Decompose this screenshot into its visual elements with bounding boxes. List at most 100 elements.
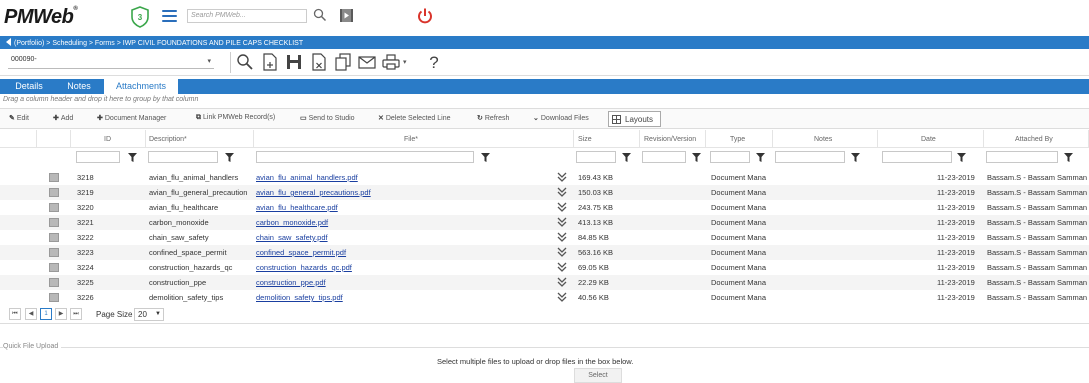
filter-input-attached-by[interactable]: [986, 151, 1058, 163]
column-header-date[interactable]: Date: [878, 130, 984, 148]
document-icon[interactable]: [49, 278, 59, 287]
power-icon[interactable]: [416, 7, 434, 25]
document-icon[interactable]: [49, 218, 59, 227]
filter-icon[interactable]: [225, 153, 234, 162]
download-icon[interactable]: [557, 246, 567, 258]
edit-button[interactable]: ✎ Edit: [9, 114, 29, 122]
column-header-revision[interactable]: Revision/Version: [640, 130, 706, 148]
cell-description[interactable]: construction_hazards_qc: [149, 263, 253, 272]
filter-input-type[interactable]: [710, 151, 750, 163]
column-header-file[interactable]: File*: [254, 130, 574, 148]
table-row[interactable]: 3220 avian_flu_healthcare avian_flu_health…: [0, 200, 1089, 215]
document-icon[interactable]: [49, 248, 59, 257]
file-link[interactable]: demolition_safety_tips.pdf: [256, 293, 343, 302]
download-icon[interactable]: [557, 261, 567, 273]
delete-record-icon[interactable]: [310, 53, 328, 71]
file-link[interactable]: avian_flu_animal_handlers.pdf: [256, 173, 358, 182]
download-icon[interactable]: [557, 216, 567, 228]
file-link[interactable]: avian_flu_general_precautions.pdf: [256, 188, 371, 197]
find-icon[interactable]: [236, 53, 254, 71]
table-row[interactable]: 3219 avian_flu_general_precaution avian_fl…: [0, 185, 1089, 200]
cell-file[interactable]: avian_flu_healthcare.pdf: [256, 203, 546, 212]
copy-icon[interactable]: [334, 53, 352, 71]
document-icon[interactable]: [49, 233, 59, 242]
delete-selected-button[interactable]: ✕ Delete Selected Line: [378, 114, 450, 122]
tab-notes[interactable]: Notes: [56, 79, 102, 94]
prev-page-icon[interactable]: ◀: [25, 308, 37, 320]
filter-input-date[interactable]: [882, 151, 952, 163]
table-row[interactable]: 3223 confined_space_permit confined_space_…: [0, 245, 1089, 260]
column-header-attached-by[interactable]: Attached By: [984, 130, 1089, 148]
app-logo[interactable]: PMWeb®: [4, 6, 78, 29]
filter-input-revision[interactable]: [642, 151, 686, 163]
shield-badge-icon[interactable]: 3: [130, 6, 150, 28]
cell-description[interactable]: construction_ppe: [149, 278, 253, 287]
document-icon[interactable]: [49, 173, 59, 182]
send-to-studio-button[interactable]: ▭ Send to Studio: [300, 114, 355, 122]
print-icon[interactable]: [382, 53, 400, 71]
media-icon[interactable]: [339, 8, 354, 23]
table-row[interactable]: 3221 carbon_monoxide carbon_monoxide.pdf 41…: [0, 215, 1089, 230]
download-icon[interactable]: [557, 231, 567, 243]
email-icon[interactable]: [358, 53, 376, 71]
cell-file[interactable]: avian_flu_animal_handlers.pdf: [256, 173, 546, 182]
table-row[interactable]: 3218 avian_flu_animal_handlers avian_flu_a…: [0, 170, 1089, 185]
download-icon[interactable]: [557, 186, 567, 198]
tab-details[interactable]: Details: [4, 79, 54, 94]
tab-attachments[interactable]: Attachments: [104, 79, 178, 94]
download-icon[interactable]: [557, 291, 567, 303]
file-link[interactable]: chain_saw_safety.pdf: [256, 233, 328, 242]
new-record-icon[interactable]: [261, 53, 279, 71]
cell-file[interactable]: construction_hazards_qc.pdf: [256, 263, 546, 272]
cell-file[interactable]: chain_saw_safety.pdf: [256, 233, 546, 242]
file-link[interactable]: avian_flu_healthcare.pdf: [256, 203, 338, 212]
document-icon[interactable]: [49, 293, 59, 302]
layouts-button[interactable]: Layouts: [608, 111, 661, 127]
cell-description[interactable]: demolition_safety_tips: [149, 293, 253, 302]
download-icon[interactable]: [557, 171, 567, 183]
filter-icon[interactable]: [622, 153, 631, 162]
breadcrumb-text[interactable]: (Portfolio) > Scheduling > Forms > IWP C…: [14, 40, 303, 47]
help-icon[interactable]: ?: [425, 53, 443, 71]
cell-description[interactable]: avian_flu_animal_handlers: [149, 173, 253, 182]
filter-input-description[interactable]: [148, 151, 218, 163]
cell-file[interactable]: construction_ppe.pdf: [256, 278, 546, 287]
cell-file[interactable]: confined_space_permit.pdf: [256, 248, 546, 257]
filter-input-size[interactable]: [576, 151, 616, 163]
refresh-button[interactable]: ↻ Refresh: [477, 114, 509, 122]
download-icon[interactable]: [557, 201, 567, 213]
search-icon[interactable]: [313, 8, 327, 22]
record-select[interactable]: 000090- ▾: [8, 56, 214, 69]
first-page-icon[interactable]: ⏮: [9, 308, 21, 320]
table-row[interactable]: 3225 construction_ppe construction_ppe.pdf…: [0, 275, 1089, 290]
table-row[interactable]: 3222 chain_saw_safety chain_saw_safety.pdf…: [0, 230, 1089, 245]
cell-description[interactable]: carbon_monoxide: [149, 218, 253, 227]
filter-icon[interactable]: [756, 153, 765, 162]
cell-file[interactable]: avian_flu_general_precautions.pdf: [256, 188, 546, 197]
current-page[interactable]: 1: [40, 308, 52, 320]
next-page-icon[interactable]: ▶: [55, 308, 67, 320]
search-input[interactable]: Search PMWeb...: [187, 9, 307, 23]
document-icon[interactable]: [49, 263, 59, 272]
last-page-icon[interactable]: ⏭: [70, 308, 82, 320]
column-header-description[interactable]: Description*: [146, 130, 254, 148]
cell-file[interactable]: carbon_monoxide.pdf: [256, 218, 546, 227]
column-header-id[interactable]: ID: [71, 130, 146, 148]
column-header-size[interactable]: Size: [574, 130, 640, 148]
save-icon[interactable]: [285, 53, 303, 71]
filter-icon[interactable]: [481, 153, 490, 162]
cell-file[interactable]: demolition_safety_tips.pdf: [256, 293, 546, 302]
table-row[interactable]: 3226 demolition_safety_tips demolition_saf…: [0, 290, 1089, 305]
document-manager-button[interactable]: ✚ Document Manager: [97, 114, 166, 122]
filter-icon[interactable]: [692, 153, 701, 162]
filter-icon[interactable]: [957, 153, 966, 162]
cell-description[interactable]: confined_space_permit: [149, 248, 253, 257]
link-records-button[interactable]: ⧉ Link PMWeb Record(s): [196, 114, 275, 122]
add-button[interactable]: ✚ Add: [53, 114, 73, 122]
file-link[interactable]: carbon_monoxide.pdf: [256, 218, 328, 227]
page-size-select[interactable]: 20 ▼: [134, 308, 164, 321]
document-icon[interactable]: [49, 188, 59, 197]
file-link[interactable]: construction_hazards_qc.pdf: [256, 263, 352, 272]
document-icon[interactable]: [49, 203, 59, 212]
column-header-notes[interactable]: Notes: [773, 130, 878, 148]
